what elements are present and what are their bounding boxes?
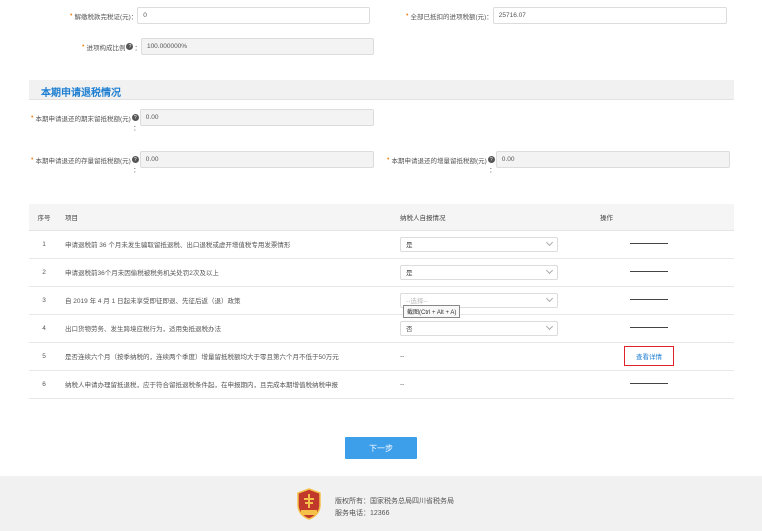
view-details-link[interactable]: 查看详情 <box>624 346 674 366</box>
col-op-header: 操作 <box>564 204 734 231</box>
table-row: 4 出口货物劳务、发生跨境应税行为，适用免抵退税办法 否 <box>29 314 734 343</box>
stock-refund-field: 0.00 <box>139 151 374 168</box>
required-mark: • <box>387 156 390 163</box>
footer: 版权所有：国家税务总局四川省税务局 服务电话：12366 <box>0 476 762 531</box>
footer-text: 版权所有：国家税务总局四川省税务局 服务电话：12366 <box>335 496 454 520</box>
table-row: 2 申请退税前36个月未因偷税被税务机关处罚2次及以上 是 <box>29 258 734 287</box>
empty-op <box>630 327 668 329</box>
required-mark: • <box>31 156 34 163</box>
help-icon[interactable]: ? <box>131 156 139 163</box>
cert-tax-label: 解缴税款完税证(元)： <box>74 13 138 21</box>
chevron-down-icon <box>545 294 554 303</box>
help-icon[interactable]: ? <box>126 43 134 50</box>
stock-refund-label: 本期申请退还的存量留抵税额(元) <box>35 157 131 165</box>
empty-op <box>630 299 668 301</box>
empty-op <box>630 243 668 245</box>
screenshot-tooltip: 截图(Ctrl + Alt + A) <box>403 304 461 318</box>
service-phone-text: 服务电话：12366 <box>335 510 390 517</box>
chevron-down-icon <box>545 322 554 331</box>
next-step-button[interactable]: 下一步 <box>345 437 417 459</box>
copyright-text: 版权所有：国家税务总局四川省税务局 <box>335 498 454 505</box>
empty-op <box>630 271 668 273</box>
self-report-select[interactable]: --选择-- 截图(Ctrl + Alt + A) <box>400 292 558 318</box>
chevron-down-icon <box>545 238 554 247</box>
section-title: 本期申请退税情况 <box>41 88 121 99</box>
col-item-header: 项目 <box>59 204 395 231</box>
cert-tax-field[interactable]: 0 <box>137 7 371 24</box>
required-mark: • <box>406 12 409 19</box>
cert-tax-row: • 解缴税款完税证(元)： 0 <box>70 7 371 24</box>
tax-bureau-logo-icon <box>297 488 321 520</box>
incr-refund-row: • 本期申请退还的增量留抵税额(元) ? ： 0.00 <box>387 151 730 174</box>
self-report-select[interactable]: 是 <box>400 236 558 252</box>
chevron-down-icon <box>545 266 554 275</box>
ratio-row: • 进项构成比例 ? ： 100.000000% <box>82 38 374 55</box>
table-row: 5 是否连续六个月（按季纳税的，连续两个季度）增量留抵税额均大于零且第六个月不低… <box>29 342 734 371</box>
stock-refund-row: • 本期申请退还的存量留抵税额(元) ? ： 0.00 <box>31 151 374 174</box>
section-header: 本期申请退税情况 <box>29 80 734 100</box>
condition-table: 序号 项目 纳税人自报情况 操作 1 申请退税前 36 个月未发生骗取留抵退税、… <box>29 204 734 399</box>
end-refund-row: • 本期申请退还的期末留抵税额(元) ? ： 0.00 <box>31 109 374 132</box>
ratio-label: 进项构成比例 <box>86 44 126 52</box>
ratio-field: 100.000000% <box>140 38 374 55</box>
table-row: 1 申请退税前 36 个月未发生骗取留抵退税、出口退税或虚开增值税专用发票情形 … <box>29 230 734 259</box>
empty-op <box>630 383 668 385</box>
deducted-input-label: 全部已抵扣的进项税额(元)： <box>410 13 493 21</box>
required-mark: • <box>82 43 85 50</box>
help-icon[interactable]: ? <box>487 156 495 163</box>
table-row: 6 纳税人申请办理留抵退税，应于符合留抵退税条件起，在申报期内，且完成本期增值税… <box>29 370 734 399</box>
incr-refund-label: 本期申请退还的增量留抵税额(元) <box>391 157 487 165</box>
incr-refund-field: 0.00 <box>495 151 730 168</box>
col-self-header: 纳税人自报情况 <box>395 204 564 231</box>
end-refund-field: 0.00 <box>139 109 374 126</box>
end-refund-label: 本期申请退还的期末留抵税额(元) <box>35 115 131 123</box>
required-mark: • <box>31 114 34 121</box>
required-mark: • <box>70 12 73 19</box>
col-no-header: 序号 <box>29 204 59 231</box>
deducted-input-field[interactable]: 25716.07 <box>492 7 727 24</box>
help-icon[interactable]: ? <box>131 114 139 121</box>
deducted-input-row: • 全部已抵扣的进项税额(元)： 25716.07 <box>406 7 727 24</box>
table-row: 3 自 2019 年 4 月 1 日起未享受即征即退、先征后返（退）政策 --选… <box>29 286 734 318</box>
self-report-select[interactable]: 是 <box>400 264 558 280</box>
self-report-select[interactable]: 否 <box>400 320 558 336</box>
table-header-row: 序号 项目 纳税人自报情况 操作 <box>29 204 734 231</box>
